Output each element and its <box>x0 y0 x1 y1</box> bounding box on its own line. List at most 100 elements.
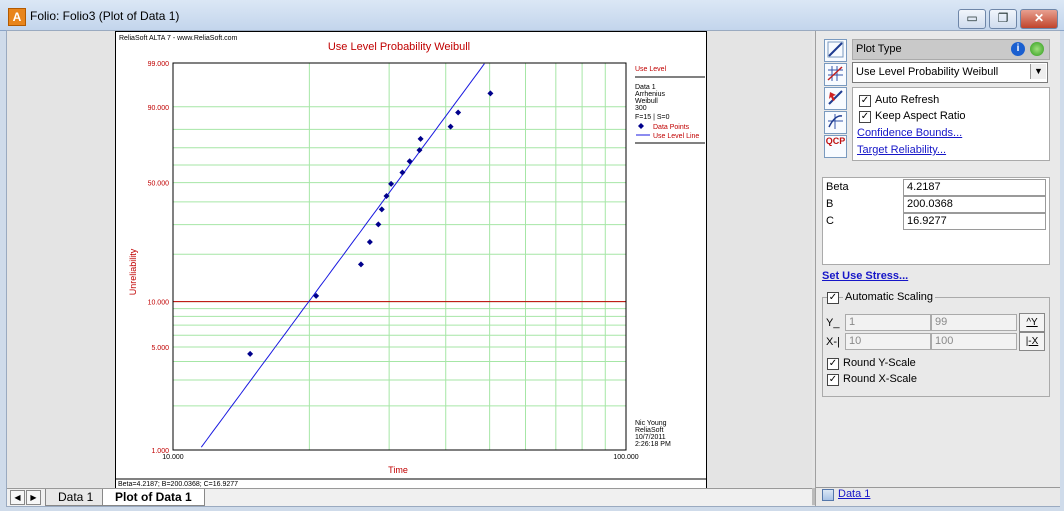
data-point <box>357 261 364 268</box>
parameters-box: Beta 4.2187 B 200.0368 C 16.9277 <box>822 177 1050 265</box>
auto-refresh-label: Auto Refresh <box>875 94 940 106</box>
close-button[interactable]: ✕ <box>1020 9 1058 29</box>
plot-marks <box>200 63 494 448</box>
legend: Use Level Data 1 Arrhenius Weibull 300 F… <box>635 66 705 144</box>
x-max-input[interactable]: 100 <box>931 333 1017 350</box>
data-1-link[interactable]: Data 1 <box>838 488 870 500</box>
qcp-label: QCP <box>825 136 846 146</box>
reliability-pointer-icon[interactable] <box>824 87 847 110</box>
legend-heading: Use Level <box>635 66 667 73</box>
y-tick-label: 10.000 <box>148 300 170 307</box>
plot-line-icon[interactable] <box>824 39 847 62</box>
round-y-checkbox[interactable]: ✓ <box>827 358 839 370</box>
legend-line-label: Use Level Line <box>653 133 699 140</box>
legend-point-marker <box>638 123 644 129</box>
round-x-label: Round X-Scale <box>843 373 917 385</box>
plot-type-label: Plot Type <box>856 43 902 55</box>
y-tick-label: 99.000 <box>148 61 170 68</box>
restore-button[interactable]: ❐ <box>989 9 1017 29</box>
data-point <box>455 109 462 116</box>
use-level-line <box>200 63 485 448</box>
plot-footer: Beta=4.2187; B=200.0368; C=16.9277 <box>118 481 238 488</box>
plot-control-panel: QCP Plot Type i Use Level Probability We… <box>815 31 1060 506</box>
plot-options-box: ✓ Auto Refresh ✓ Keep Aspect Ratio Confi… <box>852 87 1050 161</box>
x-scale-label: X-| <box>826 336 840 348</box>
minimize-button[interactable]: ▭ <box>958 9 986 29</box>
param-b-name: B <box>826 198 834 210</box>
tab-next-button[interactable]: ▶ <box>26 490 41 505</box>
grid-chart-icon[interactable] <box>824 111 847 134</box>
info-icon[interactable]: i <box>1011 42 1025 56</box>
x-tick-label: 100.000 <box>613 454 638 461</box>
param-b-value[interactable]: 200.0368 <box>903 196 1046 213</box>
plot-type-select[interactable]: Use Level Probability Weibull ▼ <box>852 62 1048 83</box>
y-scale-label: Y_ <box>826 317 840 329</box>
tab-prev-button[interactable]: ◀ <box>10 490 25 505</box>
data-point <box>366 239 373 246</box>
data-point <box>247 350 254 357</box>
plot-type-value: Use Level Probability Weibull <box>856 66 999 78</box>
plot-frame[interactable]: ReliaSoft ALTA 7 - www.ReliaSoft.com Use… <box>115 31 707 489</box>
round-x-checkbox[interactable]: ✓ <box>827 374 839 386</box>
y-tick-label: 5.000 <box>151 345 169 352</box>
plot-sheet: ReliaSoft ALTA 7 - www.ReliaSoft.com Use… <box>7 31 812 489</box>
plot-grid-icon[interactable] <box>824 63 847 86</box>
legend-line-1: Data 1 <box>635 84 656 91</box>
data-point <box>406 158 413 165</box>
data-point <box>375 221 382 228</box>
data-point <box>487 90 494 97</box>
x-tick-label: 10.000 <box>162 454 184 461</box>
x-axis-label: Time <box>388 465 408 475</box>
y-tick-label: 50.000 <box>148 181 170 188</box>
automatic-scaling-label: Automatic Scaling <box>843 291 936 303</box>
y-axis-label: Unreliability <box>128 248 138 295</box>
tab-data-1[interactable]: Data 1 <box>45 489 107 506</box>
window-titlebar: A Folio: Folio3 (Plot of Data 1) ▭ ❐ ✕ <box>0 0 1064 31</box>
y-min-input[interactable]: 1 <box>845 314 931 331</box>
target-reliability-link[interactable]: Target Reliability... <box>857 144 946 156</box>
param-c-value[interactable]: 16.9277 <box>903 213 1046 230</box>
window-title: Folio: Folio3 (Plot of Data 1) <box>30 9 180 23</box>
folio-client-area: ReliaSoft ALTA 7 - www.ReliaSoft.com Use… <box>6 30 1060 507</box>
plot-type-header: Plot Type i <box>852 39 1050 60</box>
legend-line-2: Arrhenius <box>635 91 665 98</box>
signature-name: Nic Young <box>635 420 667 427</box>
data-point <box>399 169 406 176</box>
plot-border <box>172 62 627 451</box>
legend-points-label: Data Points <box>653 124 690 131</box>
chevron-down-icon[interactable]: ▼ <box>1030 64 1046 79</box>
y-max-input[interactable]: 99 <box>931 314 1017 331</box>
sheet-tab-bar: ◀ ▶ Data 1 Plot of Data 1 <box>7 488 812 506</box>
automatic-scaling-checkbox[interactable]: ✓ <box>827 292 839 304</box>
scaling-group: ✓ Automatic Scaling Y_ 1 99 ^Y X-| 10 10… <box>822 291 1050 397</box>
x-scale-button[interactable]: |-X <box>1019 332 1045 351</box>
param-beta-name: Beta <box>826 181 849 193</box>
tab-plot-of-data-1[interactable]: Plot of Data 1 <box>102 489 205 506</box>
datasheet-icon <box>822 489 834 501</box>
signature-date: 10/7/2011 <box>635 434 666 441</box>
keep-aspect-label: Keep Aspect Ratio <box>875 110 966 122</box>
probability-plot[interactable]: ReliaSoft ALTA 7 - www.ReliaSoft.com Use… <box>116 32 706 488</box>
param-beta-value[interactable]: 4.2187 <box>903 179 1046 196</box>
data-point <box>378 206 385 213</box>
x-min-input[interactable]: 10 <box>845 333 931 350</box>
round-y-label: Round Y-Scale <box>843 357 916 369</box>
plot-grid <box>172 62 627 451</box>
set-use-stress-link[interactable]: Set Use Stress... <box>822 270 908 282</box>
refresh-go-icon[interactable] <box>1030 42 1044 56</box>
keep-aspect-checkbox[interactable]: ✓ <box>859 111 871 123</box>
signature-company: ReliaSoft <box>635 427 663 434</box>
y-tick-label: 90.000 <box>148 105 170 112</box>
data-point <box>417 135 424 142</box>
signature-block: Nic Young ReliaSoft 10/7/2011 2:26:18 PM <box>635 420 671 448</box>
auto-refresh-checkbox[interactable]: ✓ <box>859 95 871 107</box>
y-scale-button[interactable]: ^Y <box>1019 313 1045 332</box>
legend-line-3: Weibull <box>635 98 658 105</box>
app-icon: A <box>8 8 26 26</box>
legend-line-4: 300 <box>635 105 647 112</box>
plot-header: ReliaSoft ALTA 7 - www.ReliaSoft.com <box>119 35 238 42</box>
confidence-bounds-link[interactable]: Confidence Bounds... <box>857 127 962 139</box>
qcp-icon[interactable]: QCP <box>824 135 847 158</box>
data-point <box>447 123 454 130</box>
plot-title: Use Level Probability Weibull <box>328 41 470 53</box>
